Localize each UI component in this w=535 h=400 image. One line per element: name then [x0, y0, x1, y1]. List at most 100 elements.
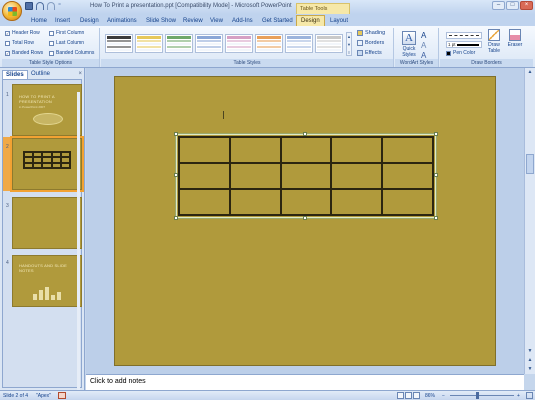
pen-color-button[interactable]: Pen Color — [446, 50, 475, 56]
tab-animations[interactable]: Animations — [107, 16, 137, 26]
scroll-up-icon[interactable]: ▲ — [525, 68, 535, 77]
tab-design[interactable]: Design — [80, 16, 99, 26]
maximize-button[interactable]: □ — [506, 1, 519, 10]
table-cell[interactable] — [179, 189, 230, 215]
tab-slides[interactable]: Slides — [2, 70, 28, 79]
shading-button[interactable]: Shading — [357, 30, 385, 36]
tab-view[interactable]: View — [210, 16, 223, 26]
slide-thumbnail-4[interactable]: HANDOUTS AND SLIDE NOTES — [12, 255, 82, 307]
next-slide-icon[interactable]: ▼ — [525, 365, 535, 374]
table-style-swatch[interactable] — [135, 34, 163, 53]
text-cursor — [223, 111, 224, 119]
zoom-slider-knob[interactable] — [476, 392, 479, 399]
table-cell[interactable] — [331, 137, 383, 163]
zoom-level[interactable]: 86% — [425, 393, 435, 399]
table-cell[interactable] — [179, 163, 230, 189]
qat-customize-button[interactable]: ⁼ — [58, 2, 61, 10]
table-cell[interactable] — [382, 137, 433, 163]
resize-handle[interactable] — [174, 216, 178, 220]
first-column-option[interactable]: First Column — [49, 30, 84, 36]
tab-home[interactable]: Home — [31, 16, 47, 26]
slide-thumbnail-1[interactable]: HOW TO PRINT A PRESENTATION in PowerPoin… — [12, 84, 82, 136]
table-style-swatch[interactable] — [105, 34, 133, 53]
effects-button[interactable]: Effects — [357, 50, 382, 56]
minimize-button[interactable]: – — [492, 1, 505, 10]
save-icon[interactable] — [25, 2, 33, 10]
banded-columns-option[interactable]: Banded Columns — [49, 50, 94, 56]
pen-weight-dropdown[interactable]: 1 pt — [446, 41, 482, 48]
scroll-thumb[interactable] — [526, 154, 534, 174]
previous-slide-icon[interactable]: ▲ — [525, 356, 535, 365]
tab-insert[interactable]: Insert — [55, 16, 70, 26]
tab-outline[interactable]: Outline — [28, 70, 53, 79]
gallery-down-icon[interactable]: ▼ — [347, 41, 351, 49]
resize-handle[interactable] — [434, 173, 438, 177]
scroll-down-icon[interactable]: ▼ — [525, 347, 535, 356]
close-icon[interactable]: × — [78, 70, 82, 79]
resize-handle[interactable] — [303, 216, 307, 220]
draw-table-button[interactable]: Draw Table — [485, 29, 503, 54]
table-style-swatch[interactable] — [255, 34, 283, 53]
text-fill-button[interactable]: A — [421, 31, 426, 40]
slide-sorter-view-icon[interactable] — [405, 392, 412, 399]
table-cell[interactable] — [179, 137, 230, 163]
vertical-scrollbar[interactable]: ▲ ▼ ▲ ▼ — [524, 68, 535, 374]
thumbnail-scrollbar[interactable] — [77, 92, 80, 399]
borders-button[interactable]: Borders — [357, 40, 384, 46]
gallery-more-icon[interactable]: ≡ — [347, 49, 351, 57]
tab-table-design[interactable]: Design — [296, 15, 325, 26]
zoom-in-icon[interactable]: + — [517, 393, 520, 399]
table-selection-frame[interactable] — [174, 132, 438, 220]
table-style-swatch[interactable] — [285, 34, 313, 53]
spelling-check-icon[interactable] — [58, 392, 66, 399]
tab-table-layout[interactable]: Layout — [327, 16, 351, 26]
gallery-up-icon[interactable]: ▲ — [347, 33, 351, 41]
table-cell[interactable] — [229, 189, 281, 215]
quick-styles-button[interactable]: A Quick Styles — [399, 31, 419, 58]
gallery-scroll[interactable]: ▲ ▼ ≡ — [346, 32, 352, 56]
tab-get-started[interactable]: Get Started — [262, 16, 293, 26]
resize-handle[interactable] — [174, 132, 178, 136]
table-cell[interactable] — [382, 163, 433, 189]
table-cell[interactable] — [382, 189, 433, 215]
zoom-slider[interactable] — [450, 395, 514, 396]
fit-to-window-icon[interactable] — [526, 392, 533, 399]
resize-handle[interactable] — [434, 132, 438, 136]
table-cell[interactable] — [331, 189, 383, 215]
slide-table[interactable] — [178, 136, 434, 216]
slide-thumbnail-2[interactable] — [12, 138, 82, 190]
current-slide[interactable] — [114, 76, 496, 366]
slide-show-view-icon[interactable] — [413, 392, 420, 399]
resize-handle[interactable] — [303, 132, 307, 136]
normal-view-icon[interactable] — [397, 392, 404, 399]
tab-slide-show[interactable]: Slide Show — [146, 16, 176, 26]
table-cell[interactable] — [229, 137, 281, 163]
redo-icon[interactable] — [47, 2, 55, 10]
close-button[interactable]: × — [520, 1, 533, 10]
total-row-option[interactable]: Total Row — [5, 40, 34, 46]
table-style-swatch[interactable] — [195, 34, 223, 53]
table-style-swatch[interactable] — [165, 34, 193, 53]
notes-pane[interactable]: Click to add notes — [86, 374, 524, 390]
pen-style-dropdown[interactable] — [446, 32, 482, 39]
zoom-out-icon[interactable]: − — [442, 393, 445, 399]
tab-add-ins[interactable]: Add-Ins — [232, 16, 253, 26]
table-cell[interactable] — [280, 189, 332, 215]
undo-icon[interactable] — [36, 2, 44, 10]
header-row-option[interactable]: ✓ Header Row — [5, 30, 40, 36]
table-cell[interactable] — [331, 163, 383, 189]
table-style-swatch[interactable] — [315, 34, 343, 53]
text-outline-button[interactable]: A — [421, 41, 426, 50]
table-cell[interactable] — [280, 163, 332, 189]
table-cell[interactable] — [229, 163, 281, 189]
resize-handle[interactable] — [174, 173, 178, 177]
office-button[interactable] — [2, 1, 22, 21]
eraser-button[interactable]: Eraser — [506, 29, 524, 48]
tab-review[interactable]: Review — [183, 16, 203, 26]
table-style-swatch[interactable] — [225, 34, 253, 53]
last-column-option[interactable]: Last Column — [49, 40, 84, 46]
slide-thumbnail-3[interactable] — [12, 197, 82, 249]
resize-handle[interactable] — [434, 216, 438, 220]
banded-rows-option[interactable]: ✓ Banded Rows — [5, 50, 43, 56]
table-cell[interactable] — [280, 137, 332, 163]
